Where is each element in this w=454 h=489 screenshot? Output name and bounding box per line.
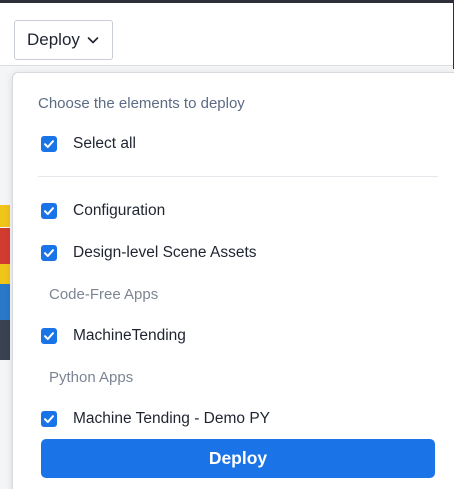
- design-level-scene-assets-checkbox[interactable]: [41, 245, 57, 261]
- background-block: [0, 264, 10, 284]
- checkbox-row-machinetending[interactable]: MachineTending: [41, 327, 186, 345]
- checkbox-row-configuration[interactable]: Configuration: [41, 202, 165, 220]
- machinetending-label: MachineTending: [73, 327, 186, 344]
- select-all-checkbox-row[interactable]: Select all: [41, 135, 136, 153]
- background-block: [0, 205, 10, 227]
- app-root: Deploy Choose the elements to deploy Sel…: [0, 0, 454, 489]
- section-title-python-apps: Python Apps: [49, 369, 134, 386]
- check-icon: [44, 207, 54, 215]
- configuration-checkbox[interactable]: [41, 203, 57, 219]
- deploy-dropdown-trigger[interactable]: Deploy: [14, 20, 113, 60]
- deploy-dropdown-panel: Choose the elements to deploy Select all…: [12, 72, 454, 489]
- select-all-label: Select all: [73, 135, 136, 152]
- checkbox-row-design-level-scene-assets[interactable]: Design-level Scene Assets: [41, 244, 257, 262]
- machine-tending-demo-py-checkbox[interactable]: [41, 411, 57, 427]
- background-block: [0, 228, 10, 264]
- design-level-scene-assets-label: Design-level Scene Assets: [73, 244, 257, 261]
- deploy-button[interactable]: Deploy: [41, 439, 435, 478]
- panel-hint: Choose the elements to deploy: [38, 95, 245, 112]
- configuration-label: Configuration: [73, 202, 166, 219]
- panel-divider: [38, 176, 438, 177]
- checkbox-row-machine-tending-demo-py[interactable]: Machine Tending - Demo PY: [41, 410, 270, 428]
- section-title-code-free-apps: Code-Free Apps: [49, 286, 159, 303]
- machinetending-checkbox[interactable]: [41, 328, 57, 344]
- deploy-trigger-label: Deploy: [27, 30, 80, 49]
- check-icon: [44, 249, 54, 257]
- check-icon: [44, 140, 54, 148]
- toolbar: Deploy: [0, 0, 454, 69]
- machine-tending-demo-py-label: Machine Tending - Demo PY: [73, 410, 271, 427]
- check-icon: [44, 415, 54, 423]
- chevron-down-icon: [86, 33, 100, 47]
- check-icon: [44, 332, 54, 340]
- background-block: [0, 320, 10, 360]
- background-block: [0, 284, 10, 320]
- select-all-checkbox[interactable]: [41, 136, 57, 152]
